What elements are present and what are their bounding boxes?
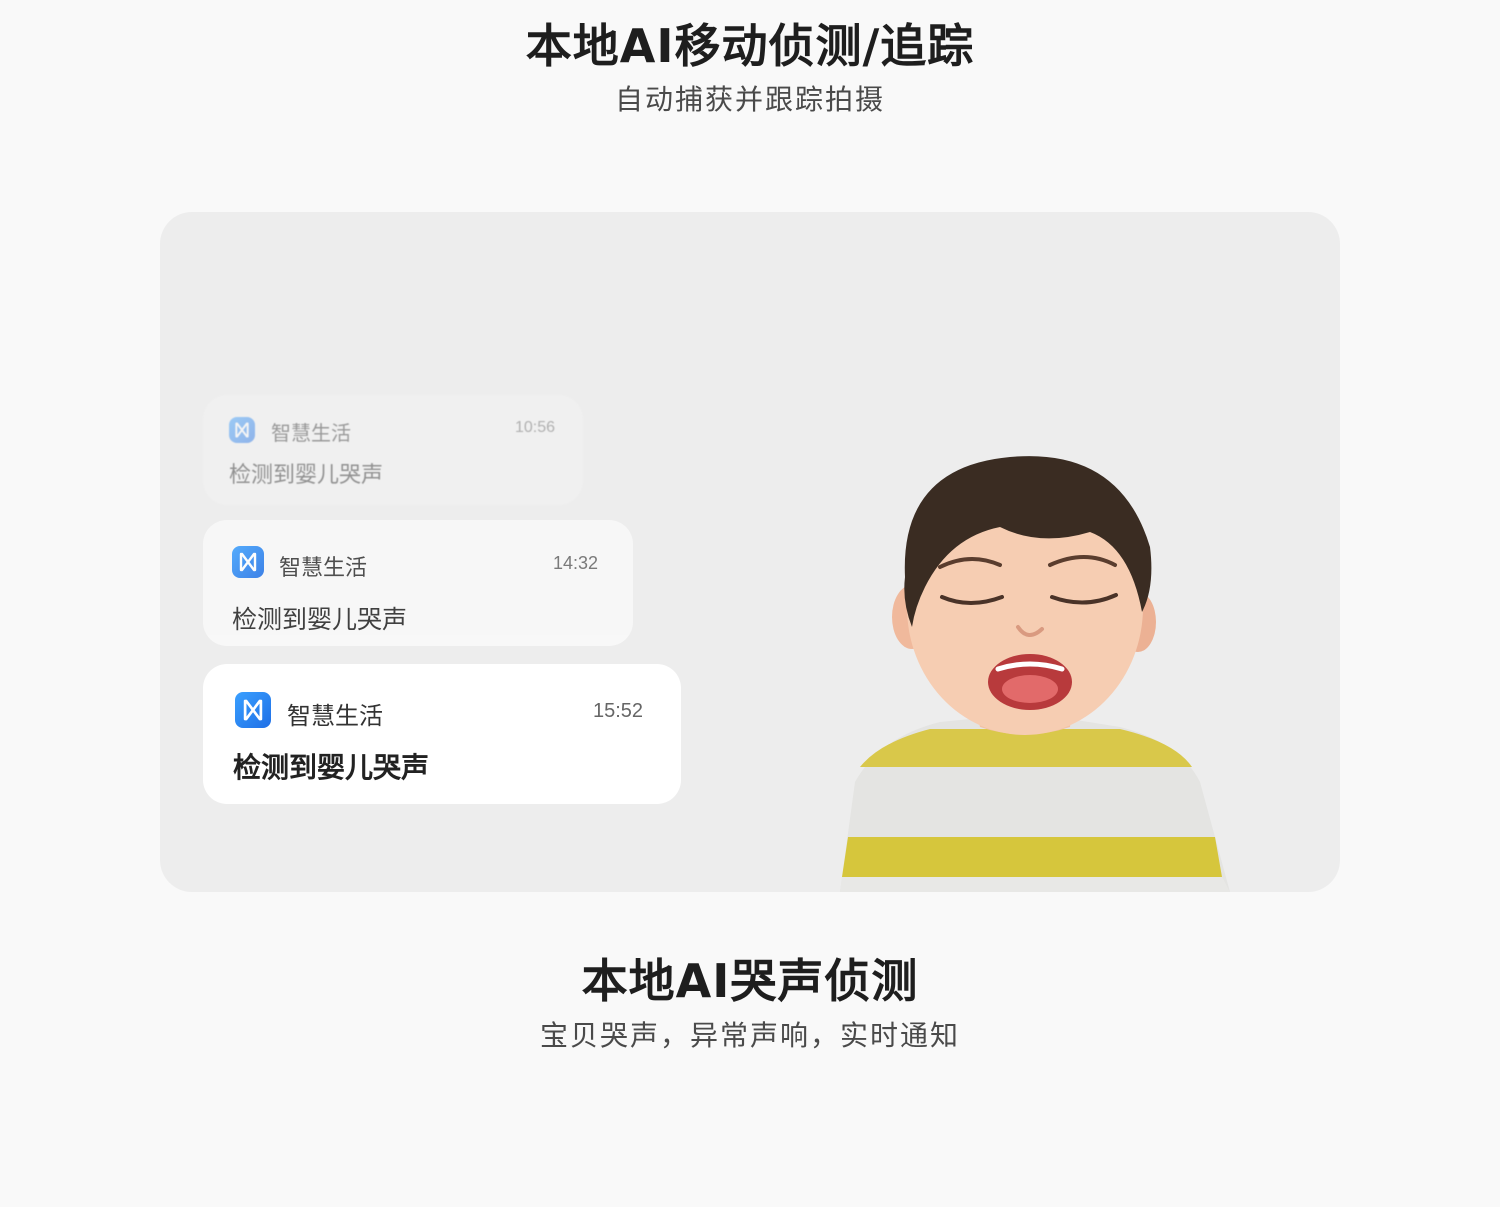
page-title: 本地AI移动侦测/追踪 <box>525 19 975 73</box>
smart-life-app-icon <box>232 546 264 578</box>
notification-time: 10:56 <box>515 419 556 436</box>
notification-card[interactable]: 智慧生活 10:56 检测到婴儿哭声 <box>203 395 583 505</box>
smart-life-app-icon <box>235 692 271 728</box>
page-subtitle: 自动捕获并跟踪拍摄 <box>614 83 885 116</box>
notification-message: 检测到婴儿哭声 <box>232 605 408 634</box>
page: 本地AI移动侦测/追踪 自动捕获并跟踪拍摄 智慧生活 10:56 检测到婴儿哭声… <box>0 0 1500 1207</box>
notification-card[interactable]: 智慧生活 14:32 检测到婴儿哭声 <box>203 520 633 646</box>
notification-app-name: 智慧生活 <box>271 421 351 445</box>
notification-message: 检测到婴儿哭声 <box>233 751 430 784</box>
crying-baby-illustration <box>840 456 1230 892</box>
notification-message: 检测到婴儿哭声 <box>229 463 384 488</box>
notification-app-name: 智慧生活 <box>279 556 368 581</box>
notification-card[interactable]: 智慧生活 15:52 检测到婴儿哭声 <box>203 664 681 804</box>
smart-life-app-icon <box>229 417 255 443</box>
feature-title: 本地AI哭声侦测 <box>581 954 919 1008</box>
notification-time: 15:52 <box>593 700 644 722</box>
feature-panel: 智慧生活 10:56 检测到婴儿哭声 智慧生活 14:32 检测到婴儿哭声 智慧… <box>160 212 1340 892</box>
feature-subtitle: 宝贝哭声，异常声响，实时通知 <box>539 1019 960 1052</box>
notification-time: 14:32 <box>553 553 599 573</box>
notification-app-name: 智慧生活 <box>287 702 383 730</box>
